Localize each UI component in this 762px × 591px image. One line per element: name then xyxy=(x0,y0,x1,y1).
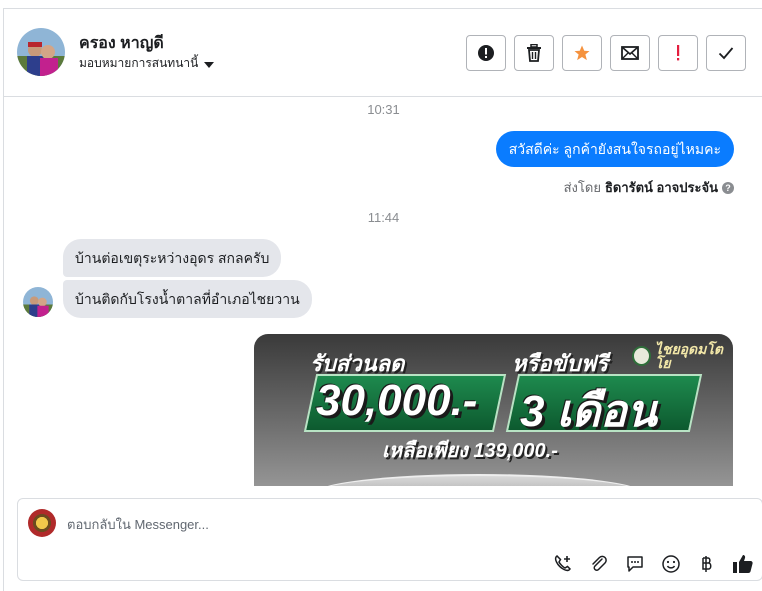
dealer-logo: ไชยอุดมโตโย xyxy=(632,342,733,370)
page-avatar xyxy=(28,509,56,537)
promo-discount-amount: 30,000.- xyxy=(316,376,478,425)
dealer-logo-icon xyxy=(632,346,651,366)
composer-toolbar xyxy=(552,553,754,575)
sent-by-info: ส่งโดย ธิดารัตน์ อาจประจัน ? xyxy=(564,177,734,198)
incoming-message[interactable]: บ้านต่อเขตุระหว่างอุดร สกลครับ xyxy=(63,239,282,277)
caret-down-icon xyxy=(204,61,215,68)
checkmark-icon xyxy=(718,47,734,60)
timestamp: 11:44 xyxy=(367,210,400,225)
contact-name[interactable]: ครอง หาญดี xyxy=(79,31,164,56)
star-button[interactable] xyxy=(562,35,602,71)
reply-input[interactable] xyxy=(67,514,727,534)
dealer-logo-text: ไชยอุดมโตโย xyxy=(654,341,723,371)
conversation-toolbar xyxy=(466,35,746,71)
star-icon xyxy=(574,45,590,61)
sent-by-label: ส่งโดย xyxy=(563,180,601,195)
baht-icon xyxy=(702,556,712,572)
saved-replies-button[interactable] xyxy=(624,553,646,575)
sent-by-name: ธิดารัตน์ อาจประจัน xyxy=(604,180,718,195)
add-call-button[interactable] xyxy=(552,553,574,575)
sender-avatar[interactable] xyxy=(23,287,53,317)
outgoing-message[interactable]: สวัสดีค่ะ ลูกค้ายังสนใจรถอยู่ไหมคะ xyxy=(495,131,734,167)
contact-avatar[interactable] xyxy=(17,28,65,76)
assign-label: มอบหมายการสนทนานี้ xyxy=(79,56,199,70)
promo-image-attachment[interactable]: รับส่วนลด หรือขับฟรี ไชยอุดมโตโย 30,000.… xyxy=(254,334,733,486)
conversation-header: ครอง หาญดี มอบหมายการสนทนานี้ xyxy=(4,9,762,97)
incoming-message[interactable]: บ้านติดกับโรงน้ำตาลที่อำเภอไชยวาน xyxy=(63,280,312,318)
attach-button[interactable] xyxy=(588,553,610,575)
done-button[interactable] xyxy=(706,35,746,71)
delete-button[interactable] xyxy=(514,35,554,71)
attachment-icon xyxy=(592,555,607,571)
saved-reply-icon xyxy=(627,556,643,572)
add-call-icon xyxy=(554,555,571,572)
mark-spam-button[interactable] xyxy=(466,35,506,71)
like-icon xyxy=(733,555,753,573)
timestamp: 10:31 xyxy=(367,102,400,117)
like-button[interactable] xyxy=(732,553,754,575)
emoji-icon xyxy=(662,555,680,573)
message-thread[interactable]: 10:31 สวัสดีค่ะ ลูกค้ายังสนใจรถอยู่ไหมคะ… xyxy=(4,98,762,486)
alert-circle-icon xyxy=(478,45,494,61)
assign-conversation-dropdown[interactable]: มอบหมายการสนทนานี้ xyxy=(79,54,215,73)
messenger-panel: ครอง หาญดี มอบหมายการสนทนานี้ 10:31 สวัส… xyxy=(3,8,762,591)
payment-button[interactable] xyxy=(696,553,718,575)
follow-up-button[interactable] xyxy=(658,35,698,71)
car-image xyxy=(314,474,644,486)
exclamation-icon xyxy=(677,45,680,61)
promo-price: เหลือเพียง 139,000.- xyxy=(382,440,558,462)
emoji-button[interactable] xyxy=(660,553,682,575)
help-icon[interactable]: ? xyxy=(722,181,734,194)
envelope-icon xyxy=(621,46,639,60)
reply-composer xyxy=(17,498,762,581)
trash-icon xyxy=(527,44,541,62)
mark-unread-button[interactable] xyxy=(610,35,650,71)
